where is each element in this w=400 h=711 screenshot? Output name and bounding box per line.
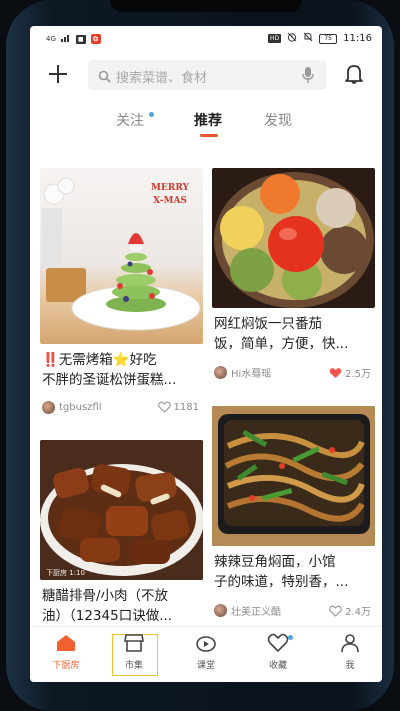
recipe-image: 下厨房 1:10 xyxy=(40,440,203,580)
recipe-card[interactable]: MERRY X-MAS ‼️无需烤箱⭐好吃 不胖的圣诞松饼蛋糕... tgbus… xyxy=(40,168,203,422)
search-icon xyxy=(98,68,111,87)
recipe-image xyxy=(212,168,375,308)
profile-icon xyxy=(341,634,359,653)
avatar xyxy=(214,604,227,617)
status-bar: 4G ■ ✿ HD 75 11:16 xyxy=(30,26,382,52)
feed-tabs: 关注 推荐 发现 xyxy=(30,108,382,138)
heart-filled-icon xyxy=(329,367,342,378)
recipe-author[interactable]: 壮美正义酷 xyxy=(214,603,281,618)
nav-me-label: 我 xyxy=(345,661,355,671)
avatar xyxy=(42,401,55,414)
nav-home-label: 下厨房 xyxy=(52,661,80,671)
clock: 11:16 xyxy=(343,33,372,44)
author-name: tgbuszfll xyxy=(59,402,102,413)
like-count: 1181 xyxy=(173,401,199,413)
like-count: 2.4万 xyxy=(345,607,371,618)
tab-recommend[interactable]: 推荐 xyxy=(194,110,222,130)
nav-classroom-label: 课堂 xyxy=(196,661,215,671)
tab-follow-dot xyxy=(149,112,154,117)
classroom-icon xyxy=(196,636,216,652)
add-button[interactable] xyxy=(46,62,70,86)
alarm-icon xyxy=(287,32,297,45)
app-notification-icon: ✿ xyxy=(90,34,101,44)
nav-classroom[interactable]: 课堂 xyxy=(178,633,234,671)
heart-icon xyxy=(329,605,342,617)
recipe-card[interactable]: 网红焖饭一只番茄 饭，简单，方便，快... Hi水蓦瑶 2.5万 xyxy=(212,168,375,382)
heart-icon xyxy=(157,401,171,413)
plus-icon xyxy=(49,65,67,83)
home-icon xyxy=(57,635,75,651)
like-button[interactable]: 2.5万 xyxy=(329,365,371,380)
mute-icon xyxy=(303,32,313,45)
avatar xyxy=(214,366,227,379)
recipe-image xyxy=(212,406,375,546)
author-name: 壮美正义酷 xyxy=(231,607,281,618)
recipe-title-line-1: 辣辣豆角焖面，小馆 xyxy=(214,554,336,570)
nav-favorites-dot xyxy=(288,635,293,640)
image-watermark: 下厨房 1:10 xyxy=(46,569,85,577)
nav-me[interactable]: 我 xyxy=(322,633,378,671)
network-label: 4G xyxy=(46,35,56,43)
nav-favorites-label: 收藏 xyxy=(268,661,287,671)
microphone-icon[interactable] xyxy=(302,66,314,88)
nav-home[interactable]: 下厨房 xyxy=(38,633,94,671)
status-right: HD 75 11:16 xyxy=(268,32,372,45)
recipe-image: MERRY X-MAS xyxy=(40,168,203,344)
bottom-navigation: 下厨房 市集 课堂 收藏 我 xyxy=(30,626,382,682)
recipe-title-line-2: 子的味道，特别香，... xyxy=(214,574,349,590)
recipe-title-line-2: 油）（12345口诀做... xyxy=(42,608,173,624)
favorites-heart-icon xyxy=(267,633,289,653)
hd-badge: HD xyxy=(268,34,282,43)
nav-market[interactable]: 市集 xyxy=(106,633,162,671)
like-count: 2.5万 xyxy=(345,369,371,380)
like-button[interactable]: 1181 xyxy=(157,401,199,413)
like-button[interactable]: 2.4万 xyxy=(329,603,371,618)
status-left: 4G ■ ✿ xyxy=(46,34,101,44)
market-icon xyxy=(124,634,144,652)
top-bar: 搜索菜谱、食材 xyxy=(30,56,382,96)
recipe-author[interactable]: Hi水蓦瑶 xyxy=(214,365,271,380)
nav-favorites[interactable]: 收藏 xyxy=(250,633,306,671)
recipe-title-line-1: 网红焖饭一只番茄 xyxy=(214,316,322,332)
phone-notch xyxy=(110,0,302,12)
recipe-title-line-1: ‼️无需烤箱⭐好吃 xyxy=(42,352,157,368)
recipe-title-line-2: 饭，简单，方便，快... xyxy=(214,336,349,352)
nav-market-label: 市集 xyxy=(124,661,143,671)
battery-icon: 75 xyxy=(319,33,338,44)
search-bar[interactable]: 搜索菜谱、食材 xyxy=(88,60,326,90)
author-name: Hi水蓦瑶 xyxy=(231,369,272,380)
bell-icon xyxy=(345,65,363,84)
recipe-title-line-2: 不胖的圣诞松饼蛋糕... xyxy=(42,372,177,388)
recipe-title-line-1: 糖醋排骨/小肉（不放 xyxy=(42,588,169,604)
tab-active-indicator xyxy=(200,134,218,137)
tab-follow[interactable]: 关注 xyxy=(116,110,144,130)
phone-frame: 4G ■ ✿ HD 75 11:16 搜索菜谱、食材 关注 推荐 发现 MERR… xyxy=(6,0,394,711)
message-icon: ■ xyxy=(75,34,86,44)
signal-icon xyxy=(60,34,71,44)
image-caption-text: MERRY X-MAS xyxy=(151,183,189,206)
app-screen: 4G ■ ✿ HD 75 11:16 搜索菜谱、食材 关注 推荐 发现 MERR… xyxy=(30,26,382,682)
recipe-author[interactable]: tgbuszfll xyxy=(42,401,102,414)
recipe-card[interactable]: 下厨房 1:10 糖醋排骨/小肉（不放 油）（12345口诀做... xyxy=(40,440,203,626)
search-placeholder: 搜索菜谱、食材 xyxy=(116,71,208,86)
notification-button[interactable] xyxy=(342,62,366,90)
recipe-card[interactable]: 辣辣豆角焖面，小馆 子的味道，特别香，... 壮美正义酷 2.4万 xyxy=(212,406,375,620)
tab-discover[interactable]: 发现 xyxy=(264,110,292,130)
